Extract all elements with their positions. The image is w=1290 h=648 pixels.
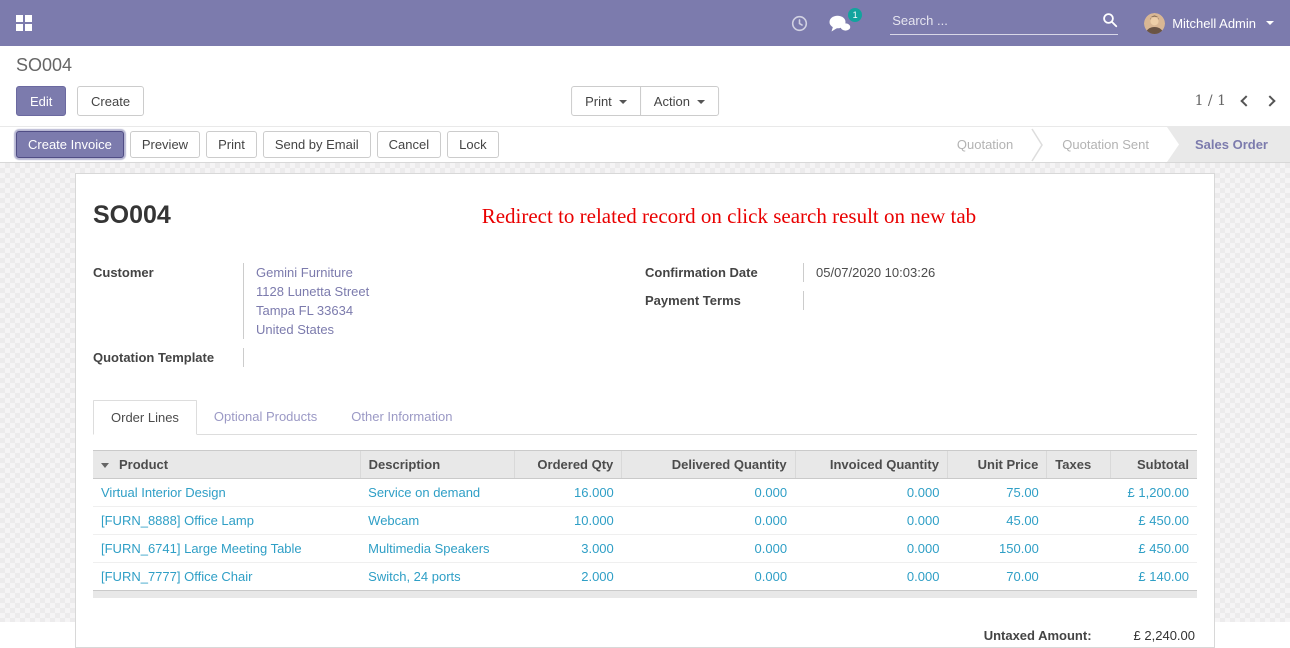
product-cell[interactable]: [FURN_8888] Office Lamp [93,507,360,535]
customer-street: 1128 Lunetta Street [256,282,645,301]
pager-previous-icon[interactable] [1240,95,1251,106]
create-invoice-button[interactable]: Create Invoice [16,131,124,158]
customer-country: United States [256,320,645,339]
customer-label: Customer [93,263,243,339]
table-header-row: Product Description Ordered Qty Delivere… [93,451,1197,479]
order-lines-table: Product Description Ordered Qty Delivere… [93,450,1197,598]
col-invoiced-quantity[interactable]: Invoiced Quantity [795,451,947,479]
order-line-row[interactable]: [FURN_8888] Office Lamp Webcam 10.000 0.… [93,507,1197,535]
description-cell[interactable]: Multimedia Speakers [360,535,515,563]
cancel-button[interactable]: Cancel [377,131,441,158]
lock-button[interactable]: Lock [447,131,498,158]
breadcrumb: SO004 [16,55,1274,76]
form-view-background: SO004 Redirect to related record on clic… [0,163,1290,622]
quotation-template-label: Quotation Template [93,348,243,367]
user-menu[interactable]: Mitchell Admin [1144,13,1274,34]
status-sales-order[interactable]: Sales Order [1167,127,1290,162]
create-button[interactable]: Create [77,86,144,116]
messages-icon[interactable]: 1 [828,14,852,33]
user-name: Mitchell Admin [1172,16,1256,31]
col-ordered-qty[interactable]: Ordered Qty [515,451,622,479]
order-line-row[interactable]: Virtual Interior Design Service on deman… [93,479,1197,507]
list-options-caret-icon[interactable] [101,463,109,468]
apps-menu-icon[interactable] [16,15,32,31]
pager: 1 / 1 [1195,93,1274,109]
activities-clock-icon[interactable] [791,15,808,32]
col-taxes[interactable]: Taxes [1047,451,1111,479]
confirmation-date-label: Confirmation Date [645,263,803,282]
totals-section: Untaxed Amount: £ 2,240.00 [93,628,1197,643]
edit-button[interactable]: Edit [16,86,66,116]
table-footer-strip [93,591,1197,598]
product-cell[interactable]: [FURN_6741] Large Meeting Table [93,535,360,563]
confirmation-date-value: 05/07/2020 10:03:26 [803,263,1197,282]
customer-name[interactable]: Gemini Furniture [256,263,645,282]
payment-terms-value [803,291,1197,310]
description-cell[interactable]: Webcam [360,507,515,535]
status-pipeline: Quotation Quotation Sent Sales Order [939,127,1290,162]
top-navbar: 1 Mitchell Admin [0,0,1290,46]
tab-order-lines[interactable]: Order Lines [93,400,197,435]
description-cell[interactable]: Service on demand [360,479,515,507]
untaxed-amount-value: £ 2,240.00 [1134,628,1195,643]
send-by-email-button[interactable]: Send by Email [263,131,371,158]
preview-button[interactable]: Preview [130,131,200,158]
order-line-row[interactable]: [FURN_7777] Office Chair Switch, 24 port… [93,563,1197,591]
status-separator-icon [1031,127,1044,162]
customer-field: Customer Gemini Furniture 1128 Lunetta S… [93,263,645,339]
status-quotation-sent[interactable]: Quotation Sent [1044,127,1167,162]
order-title: SO004 [93,200,171,230]
print-button[interactable]: Print [206,131,257,158]
untaxed-amount-label: Untaxed Amount: [984,628,1092,643]
col-product[interactable]: Product [93,451,360,479]
pager-next-icon[interactable] [1264,95,1275,106]
col-description[interactable]: Description [360,451,515,479]
red-annotation-text: Redirect to related record on click sear… [171,200,1197,229]
quotation-template-value[interactable] [243,348,645,367]
col-subtotal[interactable]: Subtotal [1111,451,1197,479]
customer-city: Tampa FL 33634 [256,301,645,320]
col-delivered-quantity[interactable]: Delivered Quantity [622,451,795,479]
control-panel: SO004 Edit Create Print Action 1 / 1 [0,46,1290,126]
action-dropdown[interactable]: Action [640,86,719,116]
user-avatar [1144,13,1165,34]
status-quotation[interactable]: Quotation [939,127,1031,162]
payment-terms-label: Payment Terms [645,291,803,310]
notebook-tabs: Order Lines Optional Products Other Info… [93,400,1197,435]
message-count-badge: 1 [848,8,862,22]
payment-terms-field: Payment Terms [645,291,1197,310]
pager-value: 1 / 1 [1195,93,1226,109]
search-icon[interactable] [1102,12,1118,28]
action-caret-icon [697,100,705,104]
sale-order-sheet: SO004 Redirect to related record on clic… [75,173,1215,648]
print-dropdown[interactable]: Print [571,86,641,116]
global-search [890,12,1118,35]
product-cell[interactable]: [FURN_7777] Office Chair [93,563,360,591]
tab-optional-products[interactable]: Optional Products [197,400,334,434]
customer-value[interactable]: Gemini Furniture 1128 Lunetta Street Tam… [243,263,645,339]
statusbar: Create Invoice Preview Print Send by Ema… [0,126,1290,163]
col-unit-price[interactable]: Unit Price [947,451,1046,479]
print-caret-icon [619,100,627,104]
tab-other-information[interactable]: Other Information [334,400,469,434]
user-menu-caret-icon [1266,21,1274,25]
quotation-template-field: Quotation Template [93,348,645,367]
order-line-row[interactable]: [FURN_6741] Large Meeting Table Multimed… [93,535,1197,563]
confirmation-date-field: Confirmation Date 05/07/2020 10:03:26 [645,263,1197,282]
search-input[interactable] [890,12,1102,29]
product-cell[interactable]: Virtual Interior Design [93,479,360,507]
description-cell[interactable]: Switch, 24 ports [360,563,515,591]
